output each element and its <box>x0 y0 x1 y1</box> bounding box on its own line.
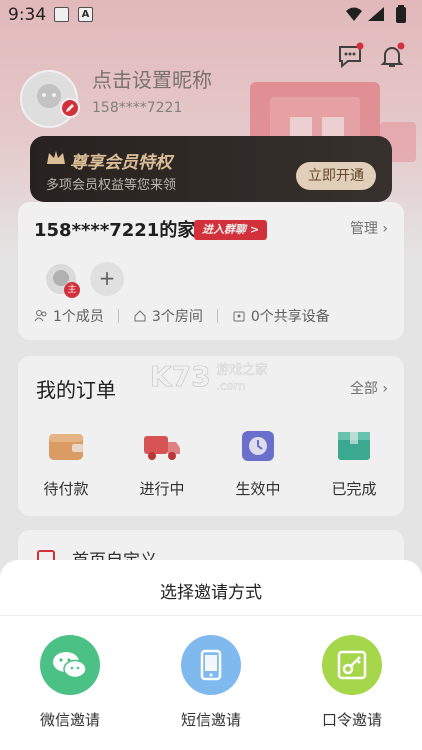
sms-invite-label: 短信邀请 <box>180 711 241 729</box>
invite-bottom-sheet: 选择邀请方式 微信邀请 短信邀请 口令邀请 <box>0 560 422 750</box>
wechat-invite-option[interactable]: 微信邀请 <box>20 635 120 730</box>
sheet-title: 选择邀请方式 <box>160 583 262 603</box>
screen: 9:34 A 点击设置昵称 158****7221 尊享会员特权 多项会员权益等… <box>0 0 422 750</box>
wechat-invite-label: 微信邀请 <box>39 711 100 729</box>
sms-phone-icon <box>181 635 241 695</box>
sms-invite-option[interactable]: 短信邀请 <box>161 635 261 730</box>
passcode-key-icon <box>322 635 382 695</box>
divider <box>0 615 422 616</box>
passcode-invite-label: 口令邀请 <box>321 711 382 729</box>
wechat-icon <box>40 635 100 695</box>
passcode-invite-option[interactable]: 口令邀请 <box>302 635 402 730</box>
